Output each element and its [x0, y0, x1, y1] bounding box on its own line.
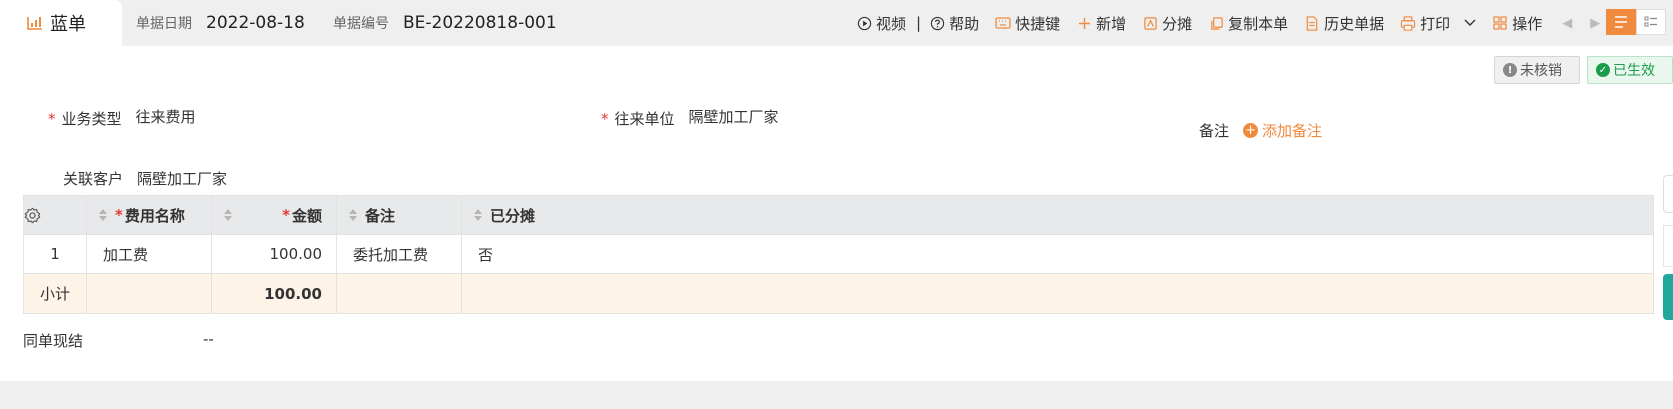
row-index: 1 — [23, 234, 87, 274]
chart-icon — [26, 14, 44, 32]
play-icon — [856, 15, 872, 31]
tab-label: 蓝单 — [50, 14, 86, 35]
side-panel-tab[interactable] — [1663, 175, 1673, 213]
help-button[interactable]: 帮助 — [929, 13, 979, 34]
partner-value[interactable]: 隔壁加工厂家 — [689, 106, 779, 127]
detail-view-icon[interactable] — [1636, 9, 1666, 35]
business-type-label: 业务类型 — [61, 110, 122, 128]
remark-cell[interactable]: 委托加工费 — [336, 234, 462, 274]
prev-icon[interactable]: ◀ — [1558, 16, 1576, 31]
question-icon — [929, 15, 945, 31]
gear-icon[interactable] — [24, 207, 41, 224]
next-icon[interactable]: ▶ — [1586, 16, 1604, 31]
top-bar: 蓝单 单据日期 2022-08-18 单据编号 BE-20220818-001 … — [0, 0, 1673, 46]
column-settings[interactable] — [23, 195, 87, 235]
allocated-cell[interactable]: 否 — [461, 234, 1654, 274]
sort-icon[interactable] — [99, 209, 109, 221]
printer-icon — [1400, 15, 1416, 31]
column-header-remark[interactable]: 备注 — [336, 195, 462, 235]
partner-field: * 往来单位 隔壁加工厂家 — [601, 108, 779, 129]
date-label: 单据日期 — [136, 16, 192, 32]
sort-icon[interactable] — [224, 209, 234, 221]
document-tab[interactable]: 蓝单 — [0, 0, 122, 46]
required-mark: * — [48, 109, 56, 128]
expense-table: * 费用名称 * 金额 备注 已分摊 1 加工费 100.00 委托加工费 否 小计… — [23, 195, 1654, 314]
business-type-field: * 业务类型 往来费用 — [48, 108, 196, 129]
add-button[interactable]: 新增 — [1076, 13, 1126, 34]
document-date: 单据日期 2022-08-18 — [136, 0, 305, 46]
shortcut-button[interactable]: 快捷键 — [995, 13, 1060, 34]
chevron-down-icon[interactable] — [1464, 19, 1476, 27]
sort-icon[interactable] — [474, 209, 484, 221]
plus-circle-icon: + — [1243, 123, 1259, 138]
business-type-value[interactable]: 往来费用 — [136, 106, 196, 127]
document-icon — [1304, 15, 1320, 31]
exclamation-icon: ! — [1503, 63, 1517, 77]
subtotal-label: 小计 — [23, 273, 87, 314]
amount-cell[interactable]: 100.00 — [211, 234, 337, 274]
print-button[interactable]: 打印 — [1400, 13, 1476, 34]
history-button[interactable]: 历史单据 — [1304, 13, 1384, 34]
customer-value[interactable]: 隔壁加工厂家 — [137, 168, 227, 189]
unverified-status-button[interactable]: ! 未核销 — [1494, 56, 1580, 84]
allocate-icon — [1142, 15, 1158, 31]
copy-icon — [1208, 15, 1224, 31]
video-button[interactable]: 视频 — [856, 13, 906, 34]
column-header-amount[interactable]: * 金额 — [211, 195, 337, 235]
number-label: 单据编号 — [333, 16, 389, 32]
date-value: 2022-08-18 — [206, 13, 305, 33]
toolbar: 视频 | 帮助 快捷键 新增 分摊 复制本单 历史单据 打印 操作 ◀ ▶ — [856, 0, 1614, 46]
check-icon: ✓ — [1596, 63, 1610, 77]
table-row[interactable]: 1 加工费 100.00 委托加工费 否 — [23, 234, 1654, 274]
document-number: 单据编号 BE-20220818-001 — [333, 0, 557, 46]
cash-label: 同单现结 — [23, 332, 84, 350]
required-mark: * — [601, 109, 609, 128]
list-view-icon[interactable] — [1606, 9, 1636, 35]
effective-status-button[interactable]: ✓ 已生效 — [1587, 56, 1673, 84]
customer-label: 关联客户 — [63, 170, 124, 188]
customer-field: 关联客户 隔壁加工厂家 — [63, 168, 227, 189]
cash-value: -- — [203, 330, 214, 348]
sort-icon[interactable] — [349, 209, 359, 221]
add-remark-button[interactable]: + 添加备注 — [1243, 120, 1322, 141]
cash-settlement: 同单现结 -- — [23, 330, 214, 351]
table-header-row: * 费用名称 * 金额 备注 已分摊 — [23, 195, 1654, 235]
column-header-name[interactable]: * 费用名称 — [86, 195, 212, 235]
operations-button[interactable]: 操作 — [1492, 13, 1542, 34]
subtotal-amount: 100.00 — [211, 273, 337, 314]
partner-label: 往来单位 — [614, 110, 675, 128]
expense-name-cell[interactable]: 加工费 — [86, 234, 212, 274]
toolbar-separator: | — [916, 14, 922, 32]
plus-icon — [1076, 15, 1092, 31]
remark-label: 备注 — [1199, 122, 1230, 140]
copy-button[interactable]: 复制本单 — [1208, 13, 1288, 34]
remark-field: 备注 + 添加备注 — [1199, 120, 1322, 141]
number-value: BE-20220818-001 — [403, 13, 557, 33]
allocate-button[interactable]: 分摊 — [1142, 13, 1192, 34]
view-toggle — [1606, 9, 1666, 35]
subtotal-row: 小计 100.00 — [23, 273, 1654, 314]
bottom-area — [0, 381, 1673, 409]
side-panel-tab[interactable] — [1663, 225, 1673, 267]
grid-icon — [1492, 15, 1508, 31]
column-header-allocated[interactable]: 已分摊 — [461, 195, 1654, 235]
side-panel-tab[interactable] — [1663, 274, 1673, 320]
keyboard-icon — [995, 15, 1011, 31]
